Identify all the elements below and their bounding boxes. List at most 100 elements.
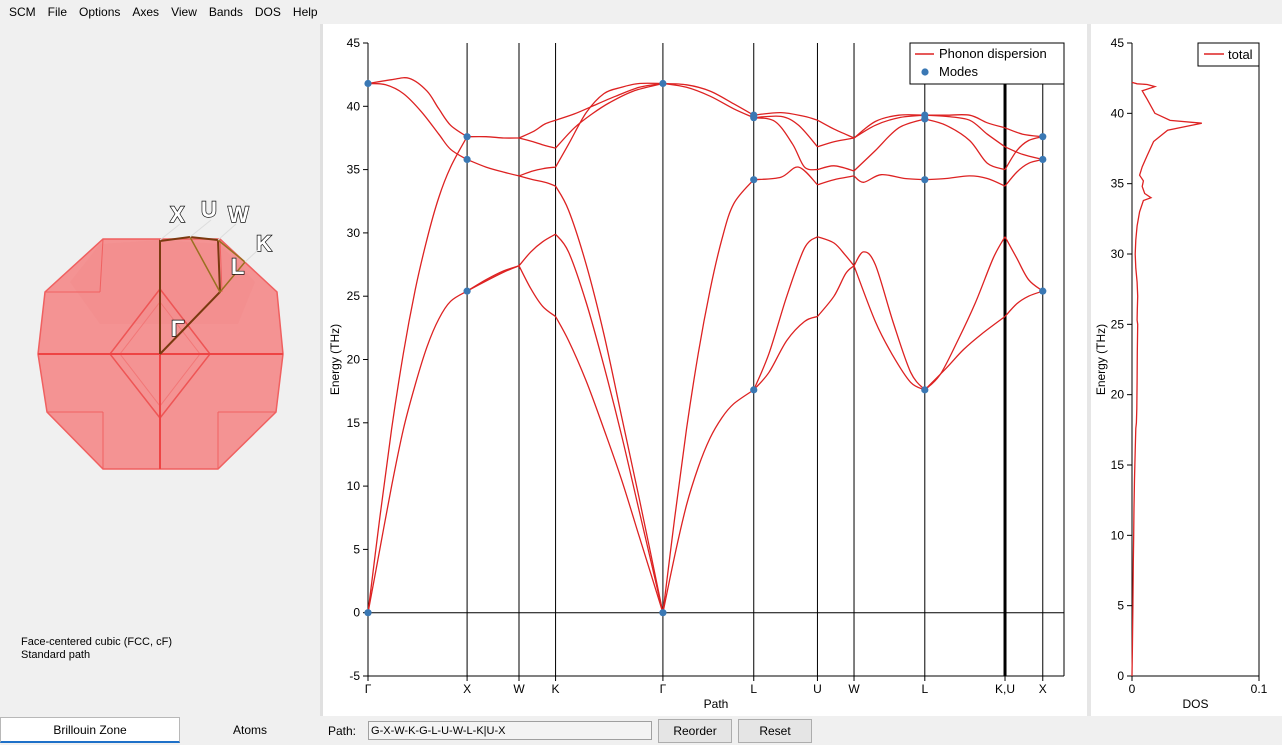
mode-point (1039, 287, 1047, 295)
dos-y-tick-label: 15 (1111, 458, 1125, 472)
menu-scm[interactable]: SCM (3, 0, 42, 24)
band-line (555, 82, 663, 121)
mode-point (463, 287, 471, 295)
band-structure-chart[interactable]: -5 0 5 10 15 20 25 30 35 40 45 Γ X W K Γ L U W L K,U X Energy … (323, 24, 1087, 716)
x-tick-label: Γ (365, 682, 372, 696)
path-input[interactable] (368, 721, 653, 740)
y-tick-label: -5 (349, 669, 360, 683)
band-line (555, 82, 663, 168)
x-tick-label: U (813, 682, 822, 696)
left-tab-bar: Brillouin Zone Atoms (0, 716, 320, 745)
dos-y-tick-label: 45 (1111, 36, 1125, 50)
bz-label-x: X (170, 202, 185, 227)
y-tick-label: 20 (347, 353, 361, 367)
band-line (753, 117, 818, 171)
dos-y-tick-label: 30 (1111, 247, 1125, 261)
reorder-button[interactable]: Reorder (658, 718, 733, 743)
x-tick-label: Γ (660, 682, 667, 696)
menu-dos[interactable]: DOS (249, 0, 287, 24)
y-axis-label: Energy (THz) (328, 324, 342, 395)
band-line (555, 185, 664, 613)
bz-label-gamma: Γ (171, 316, 184, 341)
band-line (753, 315, 818, 391)
bz-label-l: L (231, 254, 244, 279)
band-line (817, 137, 855, 148)
dos-y-axis-label: Energy (THz) (1094, 324, 1108, 395)
dos-y-tick-label: 25 (1111, 317, 1125, 331)
band-line (853, 251, 926, 391)
reset-button[interactable]: Reset (738, 718, 813, 743)
band-structure-svg[interactable]: -5 0 5 10 15 20 25 30 35 40 45 Γ X W K Γ L U W L K,U X Energy … (323, 24, 1087, 716)
lattice-name: Face-centered cubic (FCC, cF) (21, 636, 172, 648)
band-line (924, 175, 1006, 187)
mode-point (659, 79, 667, 88)
menu-file[interactable]: File (42, 0, 73, 24)
band-line (853, 114, 925, 139)
dos-y-tick-label: 35 (1111, 177, 1125, 191)
band-line (662, 82, 755, 116)
band-line (518, 265, 556, 318)
menu-bands[interactable]: Bands (203, 0, 249, 24)
dos-total-line (1131, 81, 1202, 677)
band-line (817, 119, 855, 139)
x-tick-label: X (463, 682, 471, 696)
band-line (1004, 236, 1044, 292)
tab-atoms[interactable]: Atoms (180, 717, 320, 743)
bz-label-k: K (256, 231, 272, 256)
band-line (555, 233, 664, 613)
path-type: Standard path (21, 649, 91, 661)
band-line (367, 290, 468, 613)
mode-point (921, 111, 929, 119)
band-line (1004, 146, 1043, 161)
mode-point (364, 609, 372, 617)
bz-label-w: W (228, 202, 249, 227)
y-tick-label: 25 (347, 289, 361, 303)
band-line (1004, 158, 1043, 187)
menu-options[interactable]: Options (73, 0, 126, 24)
band-line (518, 233, 556, 267)
mode-point (1039, 155, 1047, 164)
band-line (467, 135, 520, 139)
mode-point (364, 79, 372, 88)
band-line (853, 265, 926, 391)
menu-axes[interactable]: Axes (126, 0, 165, 24)
x-tick-label: X (1039, 682, 1047, 696)
brillouin-zone-view[interactable]: X U W K L Γ (0, 24, 320, 624)
band-line (753, 115, 818, 148)
path-bar: Path: Reorder Reset (320, 716, 1282, 745)
band-line (853, 114, 925, 139)
band-line (924, 113, 1006, 129)
x-tick-label: K (552, 682, 560, 696)
dos-svg[interactable]: 0 5 10 15 20 25 30 35 40 45 0 0.1 Energy (THz) DOS tot… (1091, 24, 1282, 716)
menu-help[interactable]: Help (287, 0, 324, 24)
bz-leader-k (244, 249, 259, 263)
band-line (466, 158, 520, 177)
x-tick-label: W (513, 682, 525, 696)
band-line (662, 82, 754, 119)
mode-point (463, 133, 471, 141)
menu-view[interactable]: View (165, 0, 203, 24)
legend-phonon-dispersion: Phonon dispersion (939, 46, 1047, 61)
brillouin-zone-panel: X U W K L Γ Face-centered cubic (FCC, cF… (0, 24, 320, 716)
band-line (816, 265, 855, 317)
y-tick-label: 5 (353, 542, 360, 556)
mode-point (463, 155, 471, 164)
y-tick-label: 30 (347, 226, 361, 240)
dos-y-tick-label: 0 (1117, 669, 1124, 683)
legend-dot-marker (921, 68, 929, 76)
path-label: Path: (328, 723, 357, 738)
x-tick-label: K,U (995, 682, 1015, 696)
y-tick-label: 15 (347, 416, 361, 430)
bz-leader-w (217, 223, 237, 241)
x-tick-label: W (848, 682, 860, 696)
band-line (924, 118, 1006, 171)
x-axis-label: Path (704, 697, 729, 711)
bz-top-face (70, 240, 255, 324)
dos-chart[interactable]: 0 5 10 15 20 25 30 35 40 45 0 0.1 Energy (THz) DOS tot… (1091, 24, 1282, 716)
y-tick-label: 40 (347, 99, 361, 113)
y-tick-label: 35 (347, 163, 361, 177)
band-line (924, 236, 1006, 391)
band-line (853, 118, 926, 172)
tab-brillouin-zone[interactable]: Brillouin Zone (0, 717, 180, 743)
band-line (817, 236, 855, 267)
